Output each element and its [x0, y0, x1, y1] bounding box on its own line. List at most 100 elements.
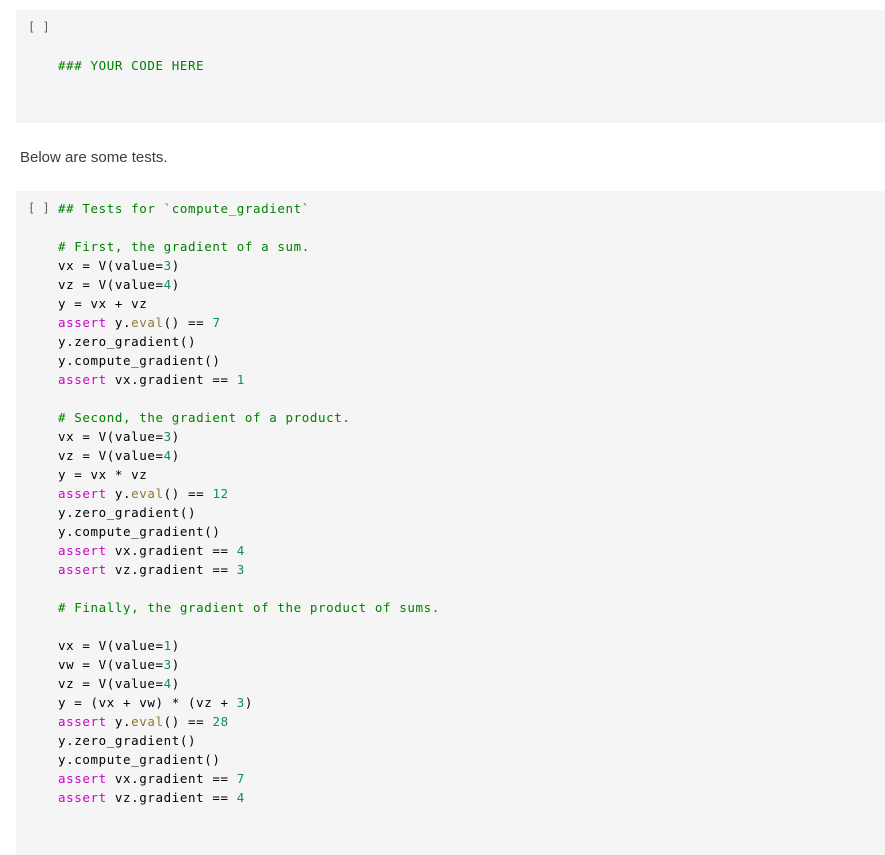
code-line: y.zero_gradient() [58, 332, 885, 351]
code-editor-area[interactable]: ## Tests for `compute_gradient` # First,… [58, 199, 885, 845]
code-line: y.compute_gradient() [58, 750, 885, 769]
code-token: eval [131, 315, 164, 330]
code-token: y = vx + vz [58, 296, 148, 311]
code-line: y = (vx + vw) * (vz + 3) [58, 693, 885, 712]
code-token: assert [58, 714, 107, 729]
code-line: vx = V(value=3) [58, 427, 885, 446]
code-token: 12 [212, 486, 229, 501]
code-token: () == [163, 315, 213, 330]
code-token: ) [171, 676, 180, 691]
code-line: vx = V(value=3) [58, 256, 885, 275]
code-token: ) [171, 638, 180, 653]
code-token: y. [106, 486, 132, 501]
code-line: assert y.eval() == 7 [58, 313, 885, 332]
code-token: 4 [236, 543, 245, 558]
code-token: # Second, the gradient of a product. [58, 410, 351, 425]
code-line: vz = V(value=4) [58, 275, 885, 294]
code-token: 4 [163, 676, 172, 691]
code-token: assert [58, 315, 107, 330]
code-line: assert y.eval() == 28 [58, 712, 885, 731]
code-token: vx.gradient == [106, 771, 237, 786]
code-token: y.zero_gradient() [58, 733, 197, 748]
code-token: vw = V(value= [58, 657, 164, 672]
code-token: y.compute_gradient() [58, 353, 221, 368]
code-token: 3 [236, 695, 245, 710]
code-token: ) [171, 429, 180, 444]
code-token: 4 [236, 790, 245, 805]
code-cell[interactable]: [ ] ### YOUR CODE HERE [16, 10, 885, 123]
code-token: ## Tests for `compute_gradient` [58, 201, 310, 216]
code-token: assert [58, 372, 107, 387]
code-token: 7 [236, 771, 245, 786]
code-token: y. [106, 714, 132, 729]
code-token: vx = V(value= [58, 429, 164, 444]
code-token: 28 [212, 714, 229, 729]
code-token: 3 [163, 429, 172, 444]
code-token: assert [58, 486, 107, 501]
code-line: assert y.eval() == 12 [58, 484, 885, 503]
code-token: eval [131, 486, 164, 501]
code-token: y.compute_gradient() [58, 524, 221, 539]
code-token: 1 [236, 372, 245, 387]
code-token: ) [244, 695, 254, 710]
code-token: vx = V(value= [58, 638, 164, 653]
markdown-cell[interactable]: Below are some tests. [0, 129, 885, 185]
code-line: y = vx * vz [58, 465, 885, 484]
execution-count-prompt: [ ] [28, 20, 50, 34]
code-token: vz.gradient == [106, 562, 237, 577]
code-token: vz = V(value= [58, 277, 164, 292]
code-line: vx = V(value=1) [58, 636, 885, 655]
code-line: ## Tests for `compute_gradient` [58, 199, 885, 218]
code-line: y.compute_gradient() [58, 351, 885, 370]
code-token: eval [131, 714, 164, 729]
code-token: vz = V(value= [58, 676, 164, 691]
code-token: 4 [163, 277, 172, 292]
code-line: # Second, the gradient of a product. [58, 408, 885, 427]
code-line: assert vz.gradient == 4 [58, 788, 885, 807]
code-line: assert vx.gradient == 4 [58, 541, 885, 560]
code-token: assert [58, 562, 107, 577]
code-token: 1 [163, 638, 172, 653]
code-token: vx = V(value= [58, 258, 164, 273]
code-line: y.zero_gradient() [58, 503, 885, 522]
code-token: vx.gradient == [106, 372, 237, 387]
code-line: vz = V(value=4) [58, 674, 885, 693]
code-token: () == [163, 486, 213, 501]
code-line: # Finally, the gradient of the product o… [58, 598, 885, 617]
code-token: ) [171, 277, 180, 292]
code-token: 3 [163, 657, 172, 672]
code-line: assert vx.gradient == 1 [58, 370, 885, 389]
code-token: ) [171, 657, 180, 672]
code-line: y.zero_gradient() [58, 731, 885, 750]
code-token: y = (vx + vw) * (vz + [58, 695, 237, 710]
code-editor-area[interactable]: ### YOUR CODE HERE [58, 18, 885, 113]
code-token-comment: ### YOUR CODE HERE [58, 58, 205, 73]
code-token: assert [58, 771, 107, 786]
code-token: ) [171, 258, 180, 273]
code-token: y.zero_gradient() [58, 505, 197, 520]
code-token: y.compute_gradient() [58, 752, 221, 767]
code-token: 3 [236, 562, 245, 577]
code-token: 4 [163, 448, 172, 463]
code-cell[interactable]: [ ] ## Tests for `compute_gradient` # Fi… [16, 191, 885, 855]
code-token: y = vx * vz [58, 467, 148, 482]
code-line: vz = V(value=4) [58, 446, 885, 465]
code-token: ) [171, 448, 180, 463]
code-line: assert vx.gradient == 7 [58, 769, 885, 788]
code-token: vz = V(value= [58, 448, 164, 463]
notebook-container: [ ] ### YOUR CODE HERE Below are some te… [0, 0, 885, 855]
code-line: vw = V(value=3) [58, 655, 885, 674]
code-token: # Finally, the gradient of the product o… [58, 600, 440, 615]
code-token: assert [58, 790, 107, 805]
code-line: # First, the gradient of a sum. [58, 237, 885, 256]
code-token: () == [163, 714, 213, 729]
markdown-text: Below are some tests. [20, 149, 168, 166]
execution-count-prompt: [ ] [28, 201, 50, 215]
code-line: y = vx + vz [58, 294, 885, 313]
code-token: # First, the gradient of a sum. [58, 239, 310, 254]
